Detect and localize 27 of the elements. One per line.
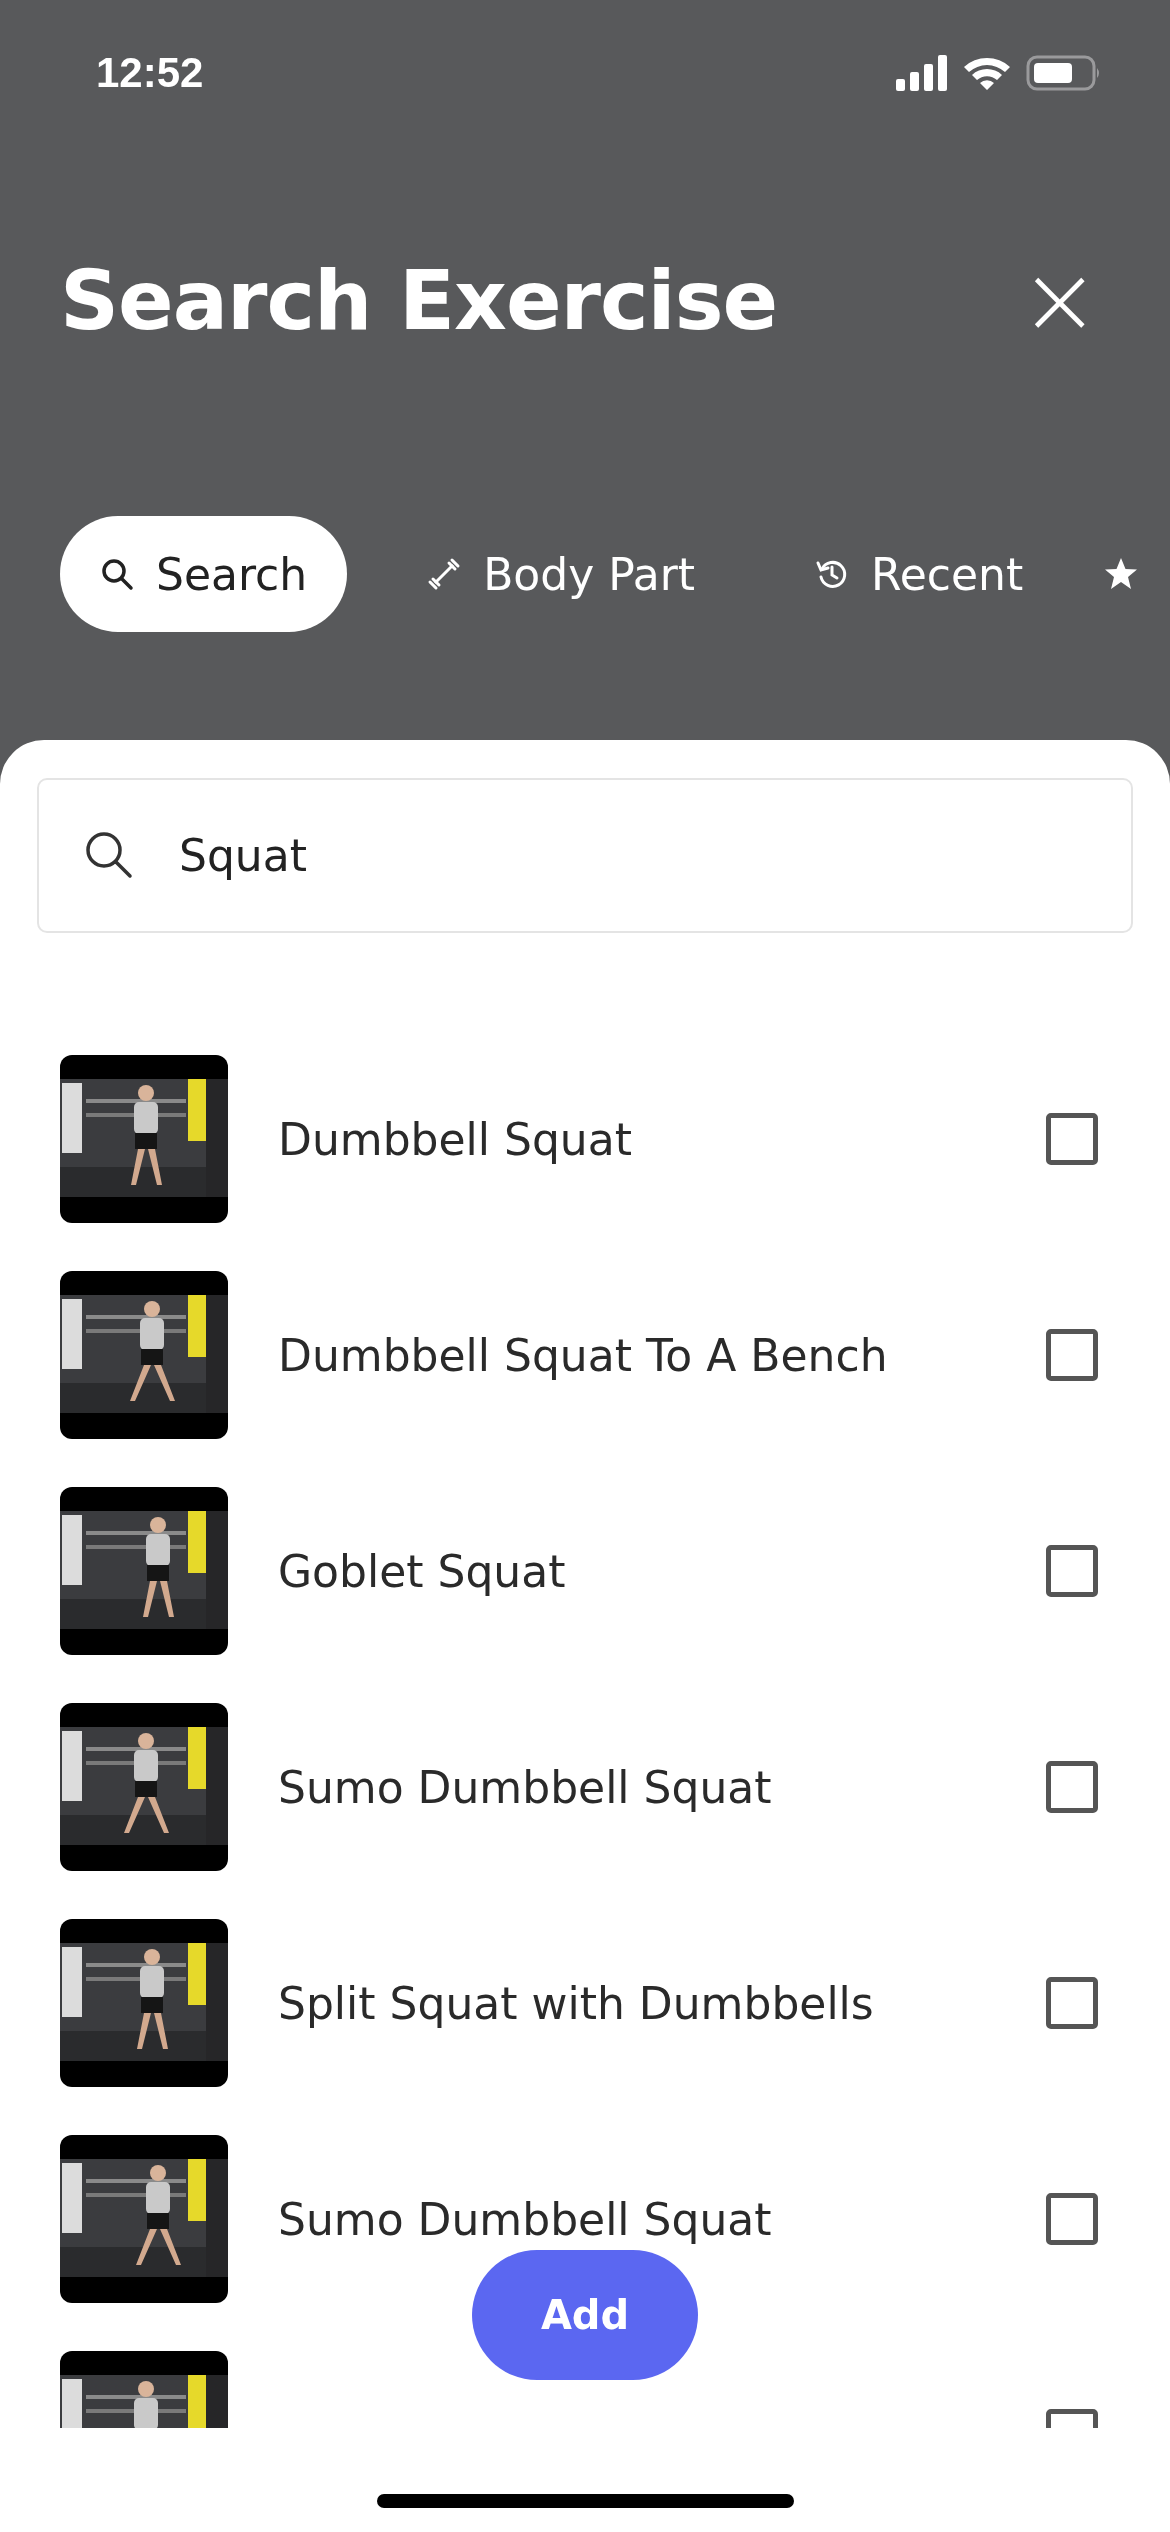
tab[interactable]: Body Part: [387, 516, 736, 632]
dumbbell-icon: [427, 557, 462, 591]
checkbox[interactable]: [1046, 1761, 1098, 1813]
battery-icon: [1026, 55, 1102, 91]
add-button[interactable]: Add: [472, 2250, 698, 2380]
exercise-name: Sumo Dumbbell Squat: [278, 1761, 773, 1813]
search-icon: [83, 829, 135, 881]
tab[interactable]: Recent: [775, 516, 1064, 632]
checkbox[interactable]: [1046, 1977, 1098, 2029]
checkbox[interactable]: [1046, 1545, 1098, 1597]
page-title: Search Exercise: [60, 252, 778, 348]
star-icon[interactable]: [1103, 556, 1140, 592]
checkbox[interactable]: [1046, 1113, 1098, 1165]
checkbox[interactable]: [1046, 2193, 1098, 2245]
exercise-name: Sumo Dumbbell Squat: [278, 2193, 773, 2245]
exercise-name: Split Squat with Dumbbells: [278, 1977, 875, 2029]
wifi-icon: [962, 55, 1012, 91]
close-button[interactable]: ×: [1009, 252, 1110, 348]
signal-icon: [896, 55, 948, 91]
search-icon: [100, 557, 134, 591]
tab[interactable]: Search: [60, 516, 348, 632]
exercise-name: Dumbbell Squat To A Bench: [278, 1329, 889, 1381]
exercise-name: Dumbbell Squat: [278, 1113, 633, 1165]
search-field[interactable]: Squat: [37, 778, 1133, 933]
checkbox[interactable]: [1046, 1329, 1098, 1381]
exercise-name: Goblet Squat: [278, 1545, 567, 1597]
clock-time: 12:52: [96, 49, 204, 97]
